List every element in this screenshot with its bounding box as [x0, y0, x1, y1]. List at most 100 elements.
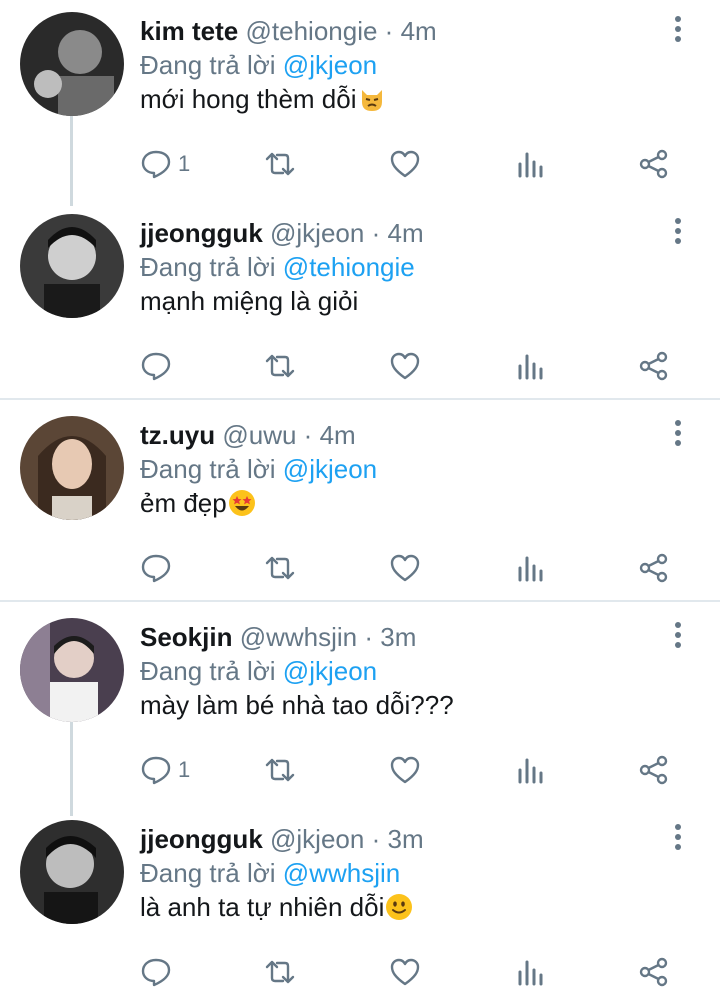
replying-to-label: Đang trả lời — [140, 454, 276, 484]
like-button[interactable] — [389, 348, 421, 384]
separator-dot: · — [371, 824, 381, 854]
slightly-smiling-emoji — [386, 894, 413, 920]
tweet-actions — [0, 550, 720, 590]
tweet-text-content: mới hong thèm dỗi — [140, 84, 357, 114]
tweet-text: mày làm bé nhà tao dỗi??? — [140, 688, 454, 722]
retweet-button[interactable] — [264, 550, 296, 586]
tweet-header: jjeongguk @jkjeon · 3m — [140, 822, 424, 856]
retweet-icon — [265, 354, 295, 378]
tweet-text: ẻm đẹp — [140, 486, 256, 520]
analytics-button[interactable] — [515, 752, 547, 788]
reply-button[interactable] — [140, 348, 178, 384]
tweet[interactable]: jjeongguk @jkjeon · 3m Đang trả lời @wwh… — [0, 808, 720, 1004]
tweet-text: mạnh miệng là giỏi — [140, 284, 358, 318]
separator-dot: · — [303, 420, 313, 450]
reply-mention-link[interactable]: @wwhsjin — [283, 858, 400, 888]
share-icon — [639, 755, 668, 785]
tweet[interactable]: kim tete @tehiongie · 4m Đang trả lời @j… — [0, 0, 720, 206]
heart-icon — [390, 554, 420, 582]
tweet-text: mới hong thèm dỗi — [140, 82, 386, 116]
replying-to-label: Đang trả lời — [140, 50, 276, 80]
tweet[interactable]: jjeongguk @jkjeon · 4m Đang trả lời @teh… — [0, 202, 720, 398]
reply-mention-link[interactable]: @tehiongie — [283, 252, 415, 282]
analytics-button[interactable] — [515, 954, 547, 990]
share-button[interactable] — [638, 954, 670, 990]
tweet-text-content: mạnh miệng là giỏi — [140, 286, 359, 316]
reply-count: 1 — [178, 757, 191, 782]
share-button[interactable] — [638, 348, 670, 384]
analytics-button[interactable] — [515, 146, 547, 182]
username[interactable]: @uwu — [222, 420, 296, 450]
reply-mention-link[interactable]: @jkjeon — [283, 50, 377, 80]
reply-button[interactable] — [140, 954, 178, 990]
analytics-button[interactable] — [515, 550, 547, 586]
like-button[interactable] — [389, 752, 421, 788]
replying-to-label: Đang trả lời — [140, 858, 276, 888]
share-button[interactable] — [638, 550, 670, 586]
separator-dot: · — [371, 218, 381, 248]
reply-button[interactable] — [140, 550, 178, 586]
replying-to: Đang trả lời @jkjeon — [140, 452, 377, 486]
display-name[interactable]: jjeongguk — [140, 218, 263, 248]
avatar[interactable] — [20, 214, 124, 318]
share-icon — [639, 957, 668, 987]
analytics-icon — [518, 960, 543, 986]
share-button[interactable] — [638, 752, 670, 788]
analytics-button[interactable] — [515, 348, 547, 384]
heart-icon — [390, 150, 420, 178]
replying-to: Đang trả lời @jkjeon — [140, 48, 377, 82]
tweet-header: jjeongguk @jkjeon · 4m — [140, 216, 424, 250]
username[interactable]: @jkjeon — [270, 218, 364, 248]
retweet-button[interactable] — [264, 954, 296, 990]
reply-icon — [141, 352, 171, 381]
display-name[interactable]: kim tete — [140, 16, 238, 46]
tweet-text-content: là anh ta tự nhiên dỗi — [140, 892, 385, 922]
more-options-icon[interactable] — [666, 622, 690, 652]
like-button[interactable] — [389, 954, 421, 990]
share-icon — [639, 553, 668, 583]
retweet-icon — [265, 960, 295, 984]
separator-dot: · — [364, 622, 374, 652]
tweet[interactable]: tz.uyu @uwu · 4m Đang trả lời @jkjeon ẻm… — [0, 404, 720, 600]
display-name[interactable]: Seokjin — [140, 622, 232, 652]
more-options-icon[interactable] — [666, 420, 690, 450]
avatar[interactable] — [20, 12, 124, 116]
timestamp: 3m — [387, 824, 424, 854]
tweet-actions: 1 — [0, 146, 720, 186]
display-name[interactable]: jjeongguk — [140, 824, 263, 854]
username[interactable]: @tehiongie — [246, 16, 378, 46]
retweet-icon — [265, 758, 295, 782]
more-options-icon[interactable] — [666, 824, 690, 854]
like-button[interactable] — [389, 550, 421, 586]
tweet-header: tz.uyu @uwu · 4m — [140, 418, 356, 452]
analytics-icon — [518, 354, 543, 380]
reply-count: 1 — [178, 151, 191, 176]
timestamp: 3m — [380, 622, 417, 652]
share-button[interactable] — [638, 146, 670, 182]
tweet[interactable]: Seokjin @wwhsjin · 3m Đang trả lời @jkje… — [0, 606, 720, 816]
share-icon — [639, 351, 668, 381]
retweet-button[interactable] — [264, 752, 296, 788]
avatar[interactable] — [20, 416, 124, 520]
analytics-icon — [518, 556, 543, 582]
reply-mention-link[interactable]: @jkjeon — [283, 656, 377, 686]
reply-icon — [141, 958, 171, 987]
avatar[interactable] — [20, 820, 124, 924]
like-button[interactable] — [389, 146, 421, 182]
avatar[interactable] — [20, 618, 124, 722]
reply-button[interactable]: 1 — [140, 146, 190, 182]
more-options-icon[interactable] — [666, 16, 690, 46]
display-name[interactable]: tz.uyu — [140, 420, 215, 450]
tweet-actions — [0, 348, 720, 388]
replying-to-label: Đang trả lời — [140, 656, 276, 686]
more-options-icon[interactable] — [666, 218, 690, 248]
username[interactable]: @jkjeon — [270, 824, 364, 854]
retweet-button[interactable] — [264, 146, 296, 182]
retweet-button[interactable] — [264, 348, 296, 384]
username[interactable]: @wwhsjin — [240, 622, 357, 652]
timestamp: 4m — [387, 218, 424, 248]
reply-mention-link[interactable]: @jkjeon — [283, 454, 377, 484]
reply-button[interactable]: 1 — [140, 752, 190, 788]
tweet-actions: 1 — [0, 752, 720, 792]
share-icon — [639, 149, 668, 179]
